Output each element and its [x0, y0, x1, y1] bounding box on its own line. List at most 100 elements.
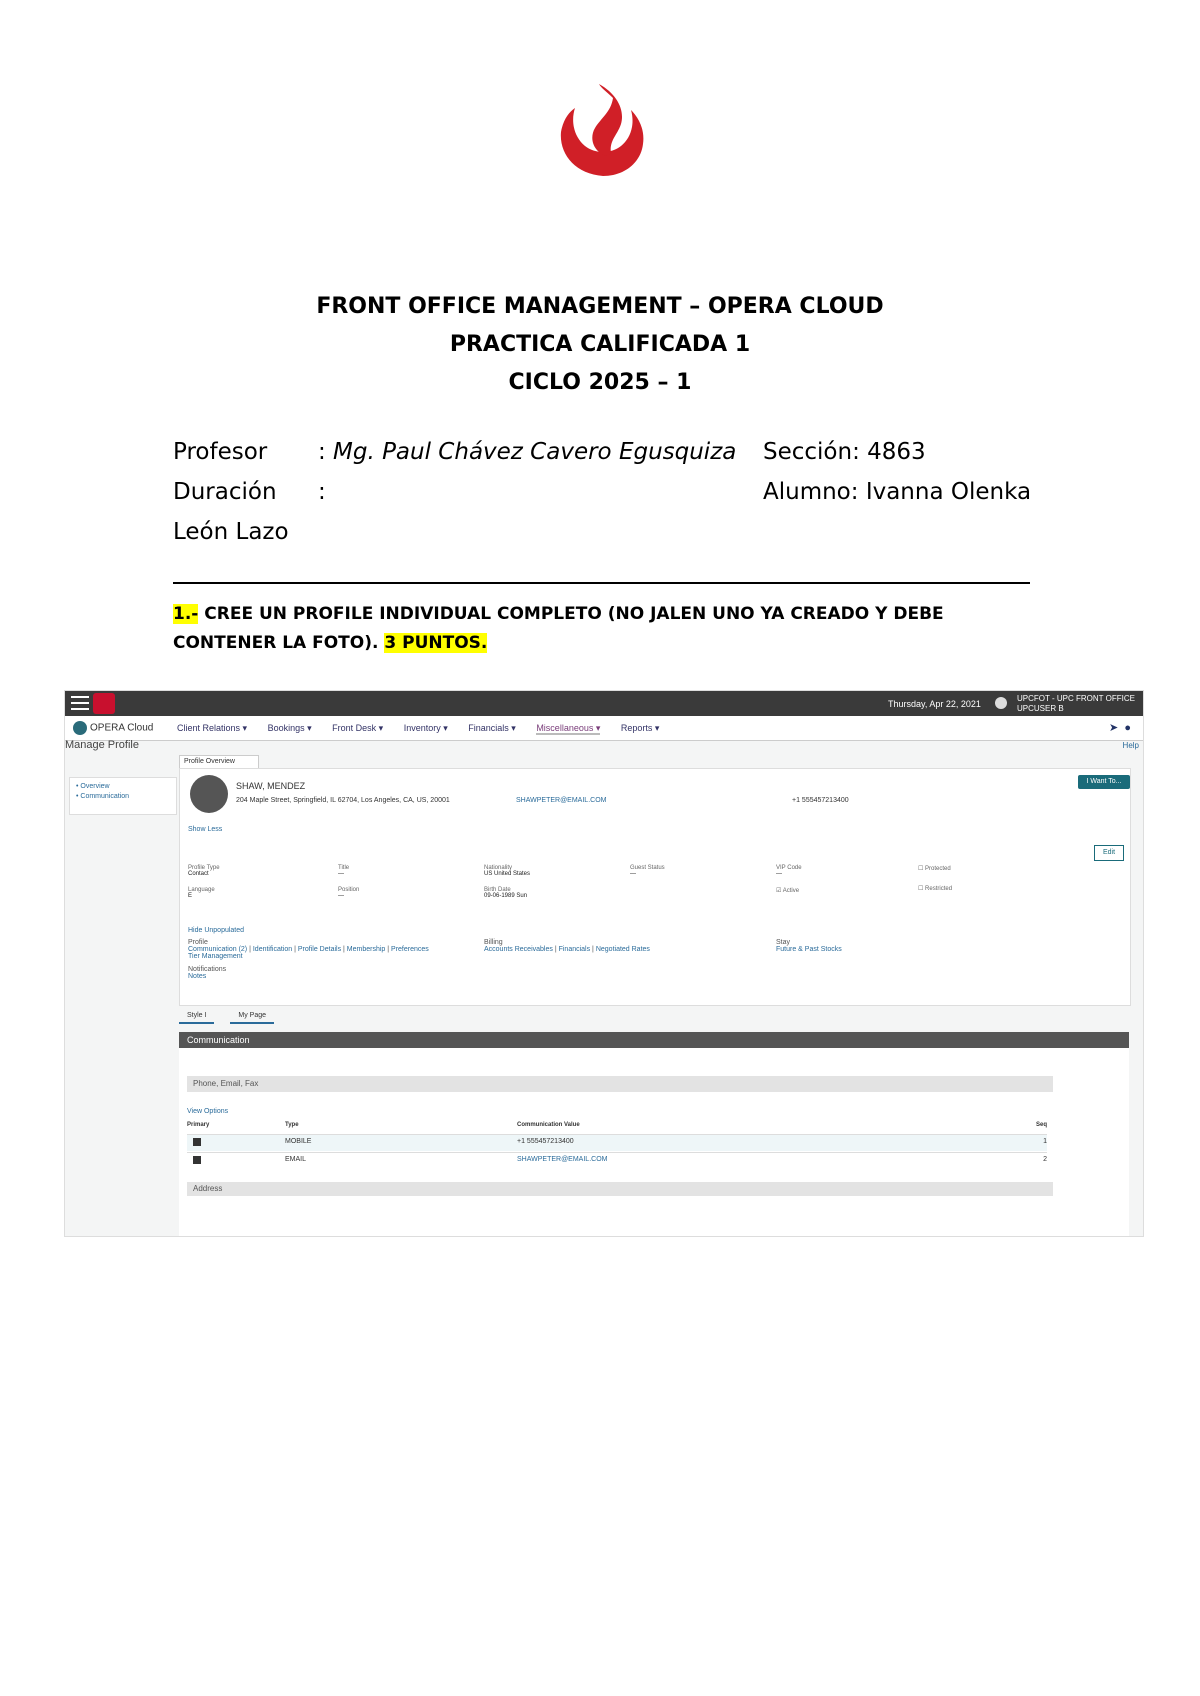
rocket-icon[interactable]: ➤ [1109, 722, 1118, 734]
th-type: Type [285, 1122, 299, 1128]
nav-client-relations[interactable]: Client Relations ▾ [177, 723, 247, 733]
address-bar[interactable]: Address [187, 1182, 1053, 1196]
doc-cycle: CICLO 2025 – 1 [508, 370, 692, 395]
link-preferences[interactable]: Preferences [391, 946, 429, 953]
link-future-past[interactable]: Future & Past Stocks [776, 946, 842, 953]
tab-style[interactable]: Style I [179, 1009, 215, 1024]
chat-icon[interactable]: ● [1124, 722, 1131, 734]
page-tabs: Style I My Page [179, 1009, 288, 1024]
opera-logo-icon [73, 721, 87, 735]
nav-miscellaneous[interactable]: Miscellaneous ▾ [536, 723, 601, 735]
menu-icon[interactable] [71, 696, 89, 711]
row-seq: 2 [1043, 1156, 1047, 1163]
top-user-line1: UPCFOT - UPC FRONT OFFICE [1017, 694, 1135, 703]
opera-screenshot: Thursday, Apr 22, 2021 UPCFOT - UPC FRON… [64, 690, 1144, 1237]
th-primary: Primary [187, 1122, 210, 1128]
group-stay: Stay [776, 939, 791, 946]
doc-subtitle: PRACTICA CALIFICADA 1 [449, 332, 751, 357]
avatar [190, 775, 228, 813]
profile-email[interactable]: SHAWPETER@EMAIL.COM [516, 797, 606, 804]
doc-title: FRONT OFFICE MANAGEMENT – OPERA CLOUD [316, 294, 884, 319]
link-accounts-receivables[interactable]: Accounts Receivables [484, 946, 553, 953]
seccion: Sección: 4863 [763, 439, 926, 465]
link-negotiated-rates[interactable]: Negotiated Rates [596, 946, 650, 953]
edit-button[interactable]: Edit [1094, 845, 1124, 861]
nav-bookings[interactable]: Bookings ▾ [268, 723, 312, 733]
upc-mini-logo-icon [93, 693, 115, 714]
table-row[interactable]: EMAIL SHAWPETER@EMAIL.COM 2 [187, 1152, 1047, 1169]
link-communication[interactable]: Communication (2) [188, 946, 247, 953]
link-financials[interactable]: Financials [559, 946, 591, 953]
i-want-to-button[interactable]: I Want To... [1078, 775, 1130, 789]
profesor-label: Profesor [173, 439, 268, 465]
restricted-label: Restricted [925, 886, 953, 892]
group-profile: Profile [188, 939, 208, 946]
restricted-checkbox[interactable]: ☐ [918, 886, 925, 892]
field-value: US United States [484, 871, 531, 877]
table-row[interactable]: MOBILE +1 555457213400 1 [187, 1134, 1047, 1151]
row-value: +1 555457213400 [517, 1138, 574, 1145]
show-less-link[interactable]: Show Less [188, 826, 222, 833]
profesor-colon: : [318, 439, 326, 465]
th-value: Communication Value [517, 1122, 580, 1128]
primary-checkbox[interactable] [193, 1138, 201, 1146]
side-overview[interactable]: • Overview [76, 782, 170, 792]
page-title: Manage Profile [65, 739, 139, 751]
nav-financials[interactable]: Financials ▾ [468, 723, 516, 733]
profesor-value: Mg. Paul Chávez Cavero Egusquiza [333, 439, 737, 465]
help-link[interactable]: Help [1123, 741, 1139, 750]
row-type: MOBILE [285, 1138, 312, 1145]
question-points: 3 PUNTOS. [384, 633, 488, 653]
question-text: CREE UN PROFILE INDIVIDUAL COMPLETO (NO … [173, 604, 944, 653]
profile-name: SHAW, MENDEZ [236, 781, 306, 791]
row-type: EMAIL [285, 1156, 307, 1163]
field-value: E [188, 893, 193, 899]
view-options-link[interactable]: View Options [187, 1108, 228, 1115]
question-number: 1.- [173, 604, 199, 624]
top-user-line2: UPCUSER B [1017, 704, 1064, 713]
field-value: — [776, 871, 782, 877]
profile-address: 204 Maple Street, Springfield, IL 62704,… [236, 797, 450, 804]
group-notifications: Notifications [188, 966, 227, 973]
link-tier-management[interactable]: Tier Management [188, 953, 243, 960]
tab-my-page[interactable]: My Page [230, 1009, 275, 1024]
nav-inventory[interactable]: Inventory ▾ [404, 723, 448, 733]
link-membership[interactable]: Membership [347, 946, 386, 953]
primary-checkbox[interactable] [193, 1156, 201, 1164]
row-seq: 1 [1043, 1138, 1047, 1145]
question-1: 1.- CREE UN PROFILE INDIVIDUAL COMPLETO … [173, 600, 1043, 658]
hide-unpopulated-link[interactable]: Hide Unpopulated [188, 927, 244, 934]
side-nav: • Overview • Communication [69, 777, 177, 815]
top-user[interactable]: UPCFOT - UPC FRONT OFFICE UPCUSER B [1017, 694, 1135, 714]
link-identification[interactable]: Identification [253, 946, 292, 953]
link-notes[interactable]: Notes [188, 973, 206, 980]
duracion-label: Duración [173, 479, 277, 505]
communication-header[interactable]: Communication [179, 1032, 1129, 1048]
protected-label: Protected [925, 866, 951, 872]
side-communication[interactable]: • Communication [76, 792, 170, 802]
user-icon[interactable] [995, 697, 1007, 709]
alumno: Alumno: Ivanna Olenka [763, 479, 1032, 505]
divider [173, 582, 1030, 584]
th-seq: Seq [1035, 1122, 1047, 1128]
protected-checkbox[interactable]: ☐ [918, 866, 925, 872]
meta-block: Profesor : Mg. Paul Chávez Cavero Egusqu… [173, 432, 1033, 552]
top-bar: Thursday, Apr 22, 2021 UPCFOT - UPC FRON… [65, 691, 1143, 716]
phone-email-fax-bar[interactable]: Phone, Email, Fax [187, 1076, 1053, 1092]
link-profile-details[interactable]: Profile Details [298, 946, 341, 953]
active-label: Active [782, 888, 800, 894]
field-value: — [338, 871, 344, 877]
nav-front-desk[interactable]: Front Desk ▾ [332, 723, 383, 733]
alumno-continued: León Lazo [173, 519, 289, 545]
upc-logo-icon [560, 84, 644, 176]
opera-brand[interactable]: OPERA Cloud [73, 721, 153, 735]
communication-panel: Phone, Email, Fax View Options Primary T… [179, 1048, 1129, 1236]
profile-panel: SHAW, MENDEZ 204 Maple Street, Springfie… [179, 768, 1131, 1006]
active-checkbox[interactable]: ☑ [776, 888, 783, 894]
nav-reports[interactable]: Reports ▾ [621, 723, 660, 733]
field-value: — [630, 871, 636, 877]
duracion-colon: : [318, 479, 326, 505]
field-value: 09-06-1989 Sun [484, 893, 528, 899]
group-billing: Billing [484, 939, 503, 946]
nav-bar: OPERA Cloud Client Relations ▾ Bookings … [65, 716, 1143, 741]
